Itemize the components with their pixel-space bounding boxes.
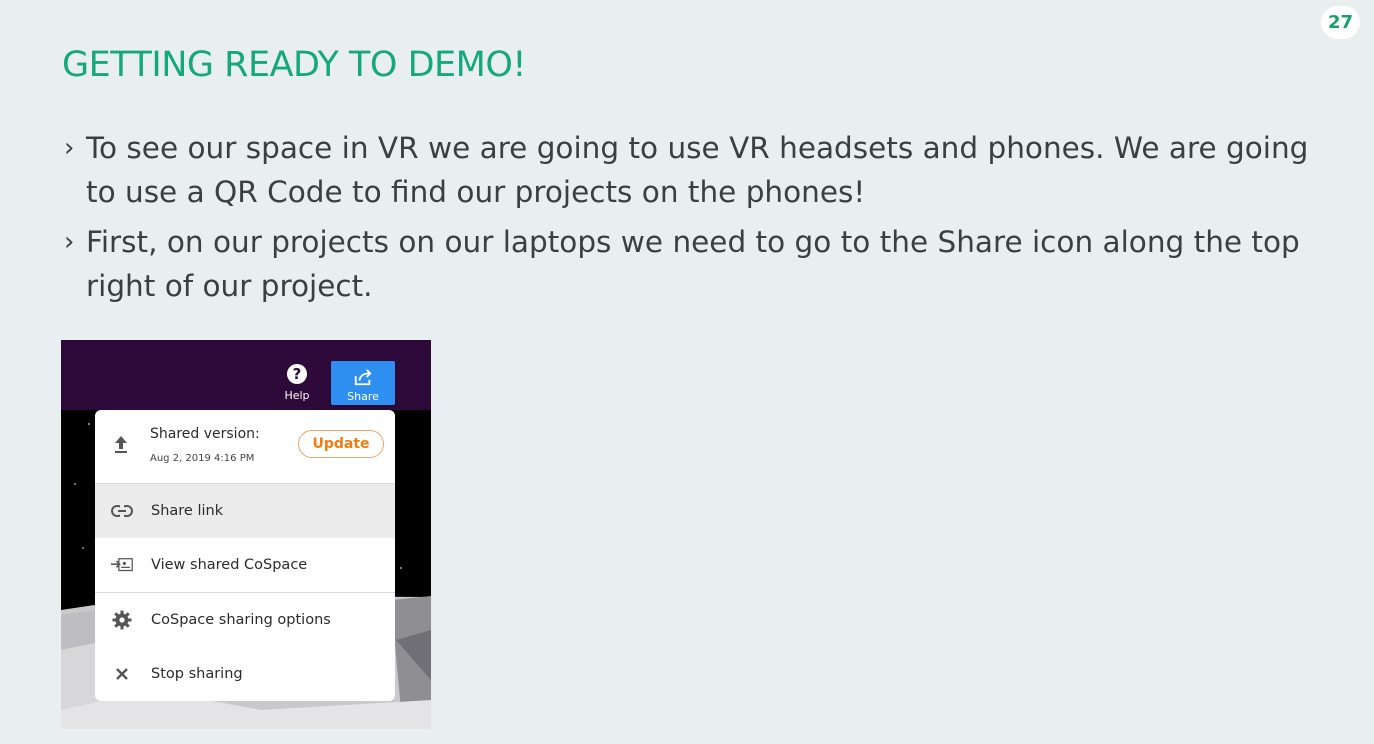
menu-item-share-link[interactable]: Share link bbox=[95, 484, 395, 538]
bullet-mark: › bbox=[64, 227, 75, 257]
share-menu: Shared version: Aug 2, 2019 4:16 PM Upda… bbox=[95, 410, 395, 701]
upload-icon bbox=[115, 436, 127, 453]
menu-item-label: Stop sharing bbox=[151, 666, 243, 682]
help-button[interactable]: ? Help bbox=[277, 364, 317, 406]
share-label: Share bbox=[347, 390, 379, 403]
menu-item-stop-sharing[interactable]: Stop sharing bbox=[95, 647, 395, 701]
help-label: Help bbox=[284, 389, 310, 402]
menu-item-label: Share link bbox=[151, 503, 224, 519]
menu-item-sharing-options[interactable]: CoSpace sharing options bbox=[95, 592, 395, 647]
bullet-item: › First, on our projects on our laptops … bbox=[64, 220, 1344, 308]
menu-item-label: View shared CoSpace bbox=[151, 557, 308, 573]
view-shared-icon bbox=[111, 554, 133, 576]
shared-version-header: Shared version: Aug 2, 2019 4:16 PM Upda… bbox=[95, 410, 395, 484]
share-button[interactable]: Share bbox=[331, 361, 395, 405]
shared-version-date: Aug 2, 2019 4:16 PM bbox=[150, 453, 255, 464]
share-icon bbox=[354, 369, 372, 386]
menu-item-label: CoSpace sharing options bbox=[151, 612, 331, 628]
update-button[interactable]: Update bbox=[298, 430, 384, 458]
gear-icon bbox=[111, 609, 133, 631]
shared-version-label: Shared version: bbox=[150, 426, 260, 442]
link-icon bbox=[111, 500, 133, 522]
bullet-list: › To see our space in VR we are going to… bbox=[64, 126, 1344, 314]
page-number: 27 bbox=[1321, 6, 1360, 39]
close-icon bbox=[111, 663, 133, 685]
bullet-text: To see our space in VR we are going to u… bbox=[86, 131, 1309, 209]
help-icon: ? bbox=[287, 364, 307, 384]
slide-title: GETTING READY TO DEMO! bbox=[62, 45, 526, 85]
share-menu-screenshot: ? Help Share Shared version: Aug 2, 2019… bbox=[61, 340, 431, 729]
bullet-mark: › bbox=[64, 133, 75, 163]
menu-item-view-shared-cospace[interactable]: View shared CoSpace bbox=[95, 538, 395, 592]
bullet-item: › To see our space in VR we are going to… bbox=[64, 126, 1344, 214]
app-toolbar: ? Help Share bbox=[61, 340, 431, 410]
bullet-text: First, on our projects on our laptops we… bbox=[86, 225, 1300, 303]
